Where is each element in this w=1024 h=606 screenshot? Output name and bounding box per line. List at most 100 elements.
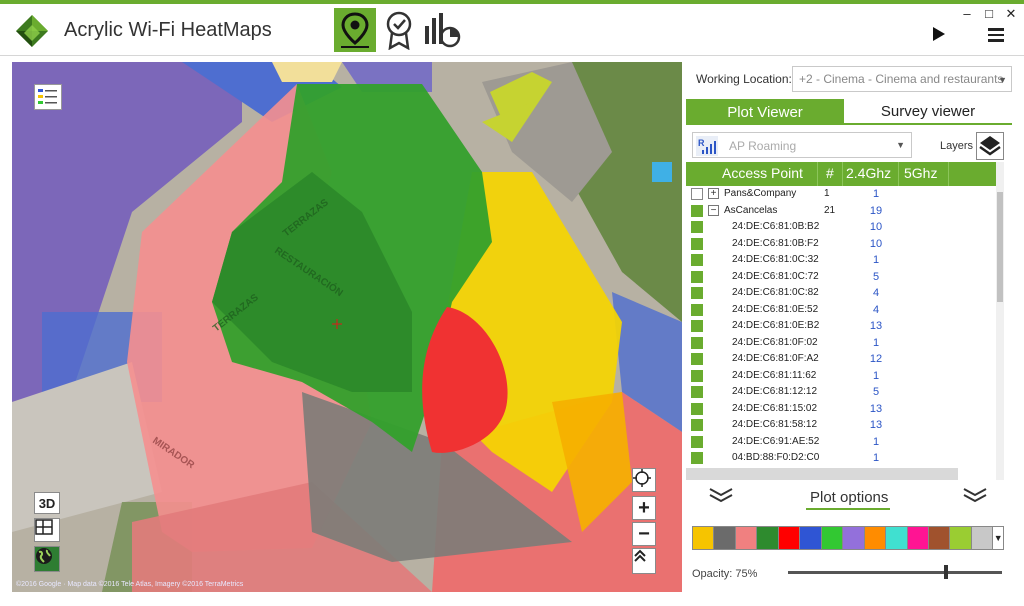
minimize-button[interactable]: – (958, 6, 976, 21)
row-checkbox[interactable] (691, 320, 703, 332)
row-checkbox[interactable] (691, 402, 703, 415)
grid-row[interactable]: − AsCancelas 21 19 (686, 203, 996, 220)
row-checkbox[interactable] (691, 386, 703, 398)
color-palette-select[interactable]: ▼ (692, 526, 1004, 550)
double-chevron-down-icon[interactable] (962, 486, 988, 504)
row-checkbox[interactable] (691, 254, 703, 266)
zoom-in-button[interactable]: + (632, 496, 656, 520)
grid-row[interactable]: 24:DE:C6:81:0B:F2 10 (686, 236, 996, 253)
header-count[interactable]: # (826, 165, 834, 181)
ap-24ghz-value: 1 (872, 188, 880, 200)
palette-swatch (928, 527, 951, 549)
grid-row[interactable]: 24:DE:C6:81:0F:02 1 (686, 335, 996, 352)
locate-button[interactable] (632, 468, 656, 492)
tab-plot-viewer[interactable]: Plot Viewer (686, 99, 844, 125)
ap-bssid: 24:DE:C6:81:0C:72 (732, 270, 819, 282)
zoom-out-button[interactable]: − (632, 522, 656, 546)
grid-row[interactable]: 24:DE:C6:81:0C:82 4 (686, 285, 996, 302)
expand-icon[interactable]: + (708, 188, 719, 199)
working-location-select[interactable]: +2 - Cinema - Cinema and restaurants ▼ (792, 66, 1012, 92)
layers-icon (979, 136, 1001, 156)
collapse-up-button[interactable] (632, 548, 656, 574)
ap-24ghz-value: 5 (872, 270, 880, 283)
close-button[interactable]: ✕ (1002, 6, 1020, 22)
reports-button[interactable] (420, 8, 462, 52)
3d-view-button[interactable]: 3D (34, 492, 60, 514)
row-checkbox[interactable] (691, 270, 703, 283)
title-bar: Acrylic Wi-Fi HeatMaps – □ ✕ (0, 4, 1024, 56)
row-checkbox[interactable] (691, 353, 703, 365)
grid-row[interactable]: 24:DE:C6:81:58:12 13 (686, 417, 996, 434)
maximize-button[interactable]: □ (980, 6, 998, 21)
heatmap-map[interactable]: TERRAZAS RESTAURACIÓN TERRAZAS MIRADOR +… (12, 62, 682, 592)
certificate-button[interactable] (378, 8, 420, 52)
right-panel: Working Location: +2 - Cinema - Cinema a… (686, 62, 1012, 602)
globe-view-button[interactable] (34, 546, 60, 572)
row-checkbox[interactable] (691, 435, 703, 448)
row-checkbox[interactable] (691, 237, 703, 250)
floor-plan-button[interactable] (34, 518, 60, 542)
header-access-point[interactable]: Access Point (722, 165, 803, 181)
row-checkbox[interactable] (691, 188, 703, 200)
ap-bssid: 24:DE:C6:81:0B:B2 (732, 221, 820, 232)
palette-swatch (821, 527, 844, 549)
ap-24ghz-value: 10 (869, 237, 883, 250)
ap-bssid: 24:DE:C6:81:11:62 (732, 369, 817, 381)
grid-row[interactable]: + Pans&Company 1 1 (686, 186, 996, 203)
row-checkbox[interactable] (691, 369, 703, 382)
ap-24ghz-value: 1 (872, 254, 880, 266)
hamburger-menu-icon[interactable] (988, 28, 1004, 45)
grid-row[interactable]: 24:DE:C6:81:12:12 5 (686, 384, 996, 401)
opacity-slider-track[interactable] (788, 571, 1002, 574)
row-checkbox[interactable] (691, 452, 703, 464)
play-icon[interactable] (932, 26, 946, 42)
map-view-button[interactable] (334, 8, 376, 52)
grid-row[interactable]: 24:DE:C6:81:0E:52 4 (686, 302, 996, 319)
header-5ghz[interactable]: 5Ghz (904, 165, 937, 181)
header-24ghz[interactable]: 2.4Ghz (846, 165, 891, 181)
double-chevron-down-icon[interactable] (708, 486, 734, 504)
grid-row[interactable]: 24:DE:C6:91:AE:52 1 (686, 434, 996, 451)
row-checkbox[interactable] (691, 221, 703, 233)
row-checkbox[interactable] (691, 287, 703, 299)
grid-header: Access Point # 2.4Ghz 5Ghz (686, 162, 996, 186)
collapse-icon[interactable]: − (708, 204, 719, 216)
row-checkbox[interactable] (691, 336, 703, 349)
grid-row[interactable]: 04:BD:88:F0:D2:C0 1 (686, 450, 996, 467)
plot-options-bar: Plot options (686, 484, 1012, 510)
row-checkbox[interactable] (691, 303, 703, 316)
grid-row[interactable]: 24:DE:C6:81:11:62 1 (686, 368, 996, 385)
opacity-slider-handle[interactable] (944, 565, 948, 579)
grid-horizontal-scrollbar[interactable] (686, 468, 958, 480)
app-title: Acrylic Wi-Fi HeatMaps (64, 19, 272, 41)
working-location-label: Working Location: (696, 72, 792, 86)
layers-label: Layers (940, 140, 974, 152)
ap-24ghz-value: 4 (872, 303, 880, 316)
row-checkbox[interactable] (691, 419, 703, 431)
viewer-tabs: Plot Viewer Survey viewer (686, 99, 1012, 125)
layers-button[interactable] (976, 132, 1004, 160)
ap-roaming-select[interactable]: R AP Roaming ▼ (692, 132, 912, 158)
ap-bssid: 24:DE:C6:81:0C:82 (732, 287, 819, 298)
map-canvas: TERRAZAS RESTAURACIÓN TERRAZAS MIRADOR (12, 62, 682, 592)
grid-vertical-scrollbar[interactable] (996, 162, 1004, 480)
grid-row[interactable]: 24:DE:C6:81:0E:B2 13 (686, 318, 996, 335)
row-checkbox[interactable] (691, 204, 703, 217)
grid-row[interactable]: 24:DE:C6:81:0C:72 5 (686, 269, 996, 286)
ap-name: AsCancelas (724, 204, 778, 216)
palette-swatch (843, 527, 865, 549)
grid-row[interactable]: 24:DE:C6:81:0F:A2 12 (686, 351, 996, 368)
ap-bssid: 24:DE:C6:81:0F:02 (732, 336, 818, 348)
map-legend-icon[interactable] (34, 84, 62, 110)
chevron-down-icon[interactable]: ▼ (993, 527, 1003, 549)
grid-row[interactable]: 24:DE:C6:81:0C:32 1 (686, 252, 996, 269)
map-copyright: ©2016 Google · Map data ©2016 Tele Atlas… (16, 581, 244, 588)
grid-row[interactable]: 24:DE:C6:81:0B:B2 10 (686, 219, 996, 236)
ap-24ghz-value: 1 (872, 452, 880, 464)
ap-bssid: 24:DE:C6:81:0C:32 (732, 254, 819, 265)
ap-24ghz-value: 5 (872, 386, 880, 398)
grid-row[interactable]: 24:DE:C6:81:15:02 13 (686, 401, 996, 418)
palette-swatch (778, 527, 801, 549)
floor-plan-icon (35, 519, 53, 535)
tab-survey-viewer[interactable]: Survey viewer (844, 99, 1012, 125)
